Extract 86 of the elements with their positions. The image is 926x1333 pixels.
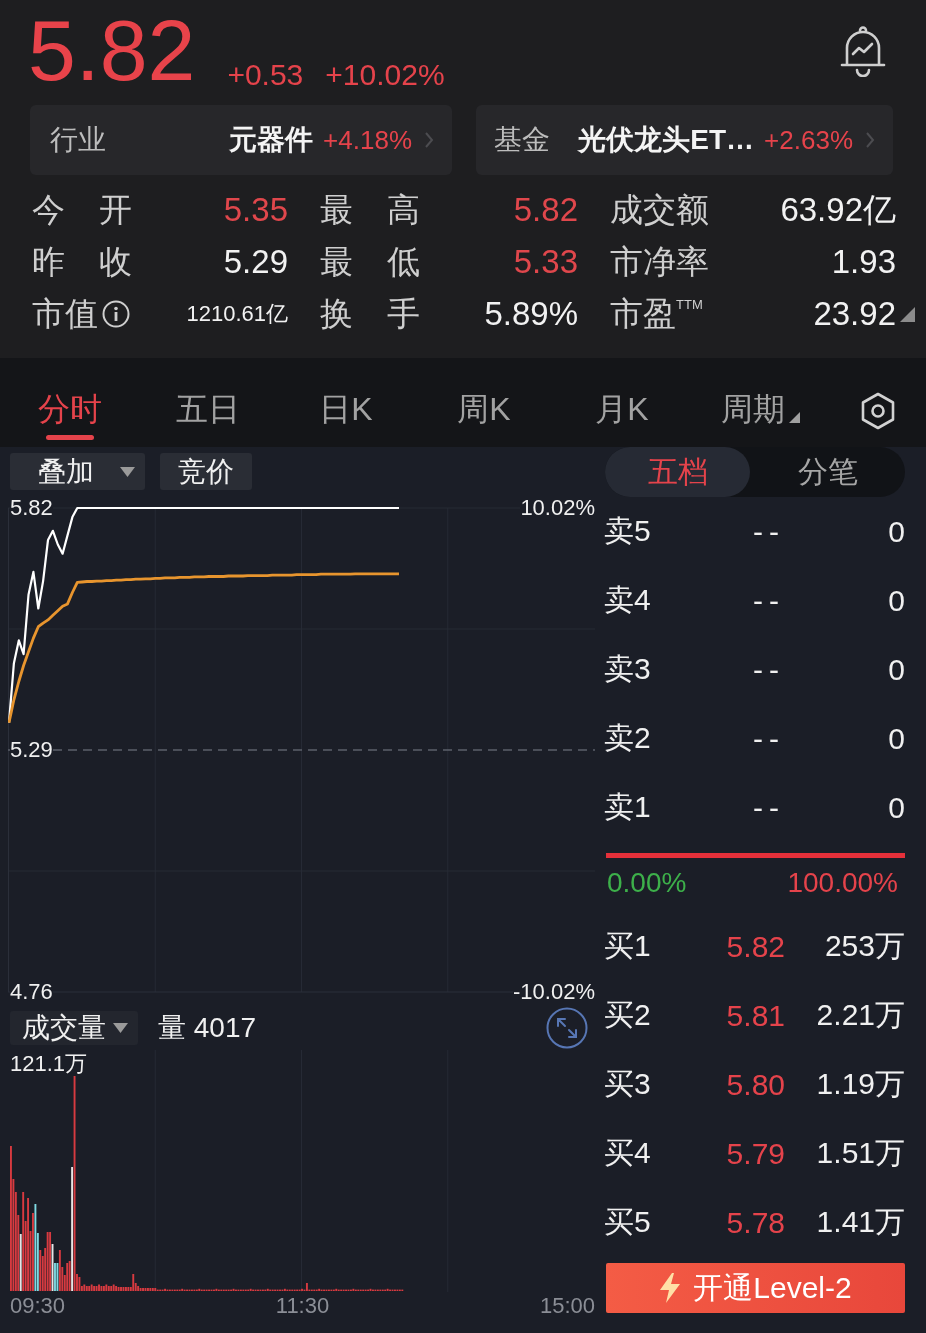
stat-value: 63.92亿 — [779, 189, 896, 230]
stat-value: 1.93 — [830, 243, 896, 281]
related-change: +2.63% — [764, 124, 853, 156]
percent-change: +10.02% — [325, 60, 445, 90]
order-book-tab[interactable]: 五档 — [605, 447, 750, 497]
settings-icon[interactable] — [860, 392, 896, 430]
stat-label: 市净率 — [610, 242, 709, 282]
card-label: 基金 — [494, 123, 550, 157]
alert-bell-icon[interactable] — [838, 25, 888, 77]
stat-label: 市值 — [32, 294, 98, 334]
chevron-right-icon — [865, 131, 875, 149]
overlay-dropdown[interactable]: 叠加 — [10, 453, 145, 490]
level2-button[interactable]: 开通Level-2 — [606, 1263, 905, 1313]
period-tab[interactable]: 分时 — [1, 358, 139, 447]
stat-value: 1210.61亿 — [185, 300, 288, 328]
time-axis-label: 09:30 — [10, 1293, 66, 1319]
period-tab[interactable]: 日K — [277, 358, 415, 447]
stat-value: 5.33 — [512, 243, 578, 281]
bid-price: 5.78 — [725, 1205, 785, 1240]
related-card[interactable]: 行业 元器件 +4.18% — [30, 105, 452, 175]
stat-label: 今 开 — [32, 190, 132, 230]
ask-level-label: 卖1 — [604, 789, 652, 825]
stat-value: 5.89% — [483, 295, 578, 333]
buy-ratio-label: 100.00% — [787, 867, 898, 899]
bid-level-label: 买4 — [604, 1135, 652, 1171]
stat-label: 最 高 — [320, 190, 420, 230]
ask-price: -- — [752, 790, 785, 825]
stat-label: 市盈$^{TTM}$ — [610, 294, 703, 334]
volume-max-label: 121.1万 — [10, 1052, 88, 1076]
ask-volume: 0 — [887, 514, 906, 549]
period-tab[interactable]: 五日 — [139, 358, 277, 447]
time-axis-label: 15:00 — [539, 1293, 595, 1319]
bid-level-label: 买3 — [604, 1066, 652, 1102]
stat-label: 最 低 — [320, 242, 420, 282]
bid-level-label: 买2 — [604, 997, 652, 1033]
order-book-tab[interactable]: 分笔 — [750, 447, 905, 497]
bid-volume: 1.51万 — [815, 1135, 906, 1171]
indicator-dropdown[interactable]: 成交量 — [10, 1011, 138, 1045]
ask-volume: 0 — [887, 652, 906, 687]
last-price: 5.82 — [28, 7, 196, 93]
time-axis-label: 11:30 — [275, 1293, 330, 1319]
related-name: 光伏龙头ET… — [576, 123, 755, 157]
period-tab[interactable]: 周期 — [691, 358, 829, 447]
bid-level-label: 买5 — [604, 1204, 652, 1240]
ask-price: -- — [752, 583, 785, 618]
bid-price: 5.79 — [725, 1136, 785, 1171]
bid-volume: 2.21万 — [815, 997, 906, 1033]
chevron-right-icon — [424, 131, 434, 149]
ask-level-label: 卖2 — [604, 720, 652, 756]
stat-label: 昨 收 — [32, 242, 132, 282]
bid-price: 5.82 — [725, 929, 785, 964]
related-name: 元器件 — [228, 123, 314, 157]
ask-volume: 0 — [887, 790, 906, 825]
bid-price: 5.81 — [725, 998, 785, 1033]
ask-price: -- — [752, 652, 785, 687]
chart-tool-button[interactable]: 竞价 — [160, 453, 252, 490]
bid-level-label: 买1 — [604, 928, 652, 964]
info-icon[interactable] — [102, 300, 130, 328]
bid-price: 5.80 — [725, 1067, 785, 1102]
stat-value: 5.82 — [512, 191, 578, 229]
expand-icon[interactable] — [546, 1007, 588, 1049]
stat-label: 成交额 — [610, 190, 709, 230]
ask-volume: 0 — [887, 721, 906, 756]
stat-value: 5.35 — [222, 191, 288, 229]
sell-ratio-label: 0.00% — [607, 867, 687, 899]
bid-volume: 253万 — [823, 928, 906, 964]
ask-volume: 0 — [887, 583, 906, 618]
related-change: +4.18% — [323, 124, 412, 156]
ask-level-label: 卖4 — [604, 582, 652, 618]
stat-value: 23.92 — [812, 295, 896, 333]
ask-level-label: 卖3 — [604, 651, 652, 687]
related-card[interactable]: 基金 光伏龙头ET… +2.63% — [476, 105, 893, 175]
period-tab[interactable]: 周K — [415, 358, 553, 447]
bid-volume: 1.41万 — [815, 1204, 906, 1240]
stat-label: 换 手 — [320, 294, 420, 334]
corner-triangle-icon[interactable] — [900, 307, 915, 322]
stat-value: 5.29 — [222, 243, 288, 281]
card-label: 行业 — [50, 123, 106, 157]
price-change: +0.53 — [227, 60, 304, 90]
volume-reading: 量 4017 — [158, 1011, 257, 1045]
ask-price: -- — [752, 514, 785, 549]
ask-level-label: 卖5 — [604, 513, 652, 549]
bid-volume: 1.19万 — [815, 1066, 906, 1102]
ask-price: -- — [752, 721, 785, 756]
period-tab[interactable]: 月K — [553, 358, 691, 447]
lightning-icon — [659, 1273, 682, 1303]
